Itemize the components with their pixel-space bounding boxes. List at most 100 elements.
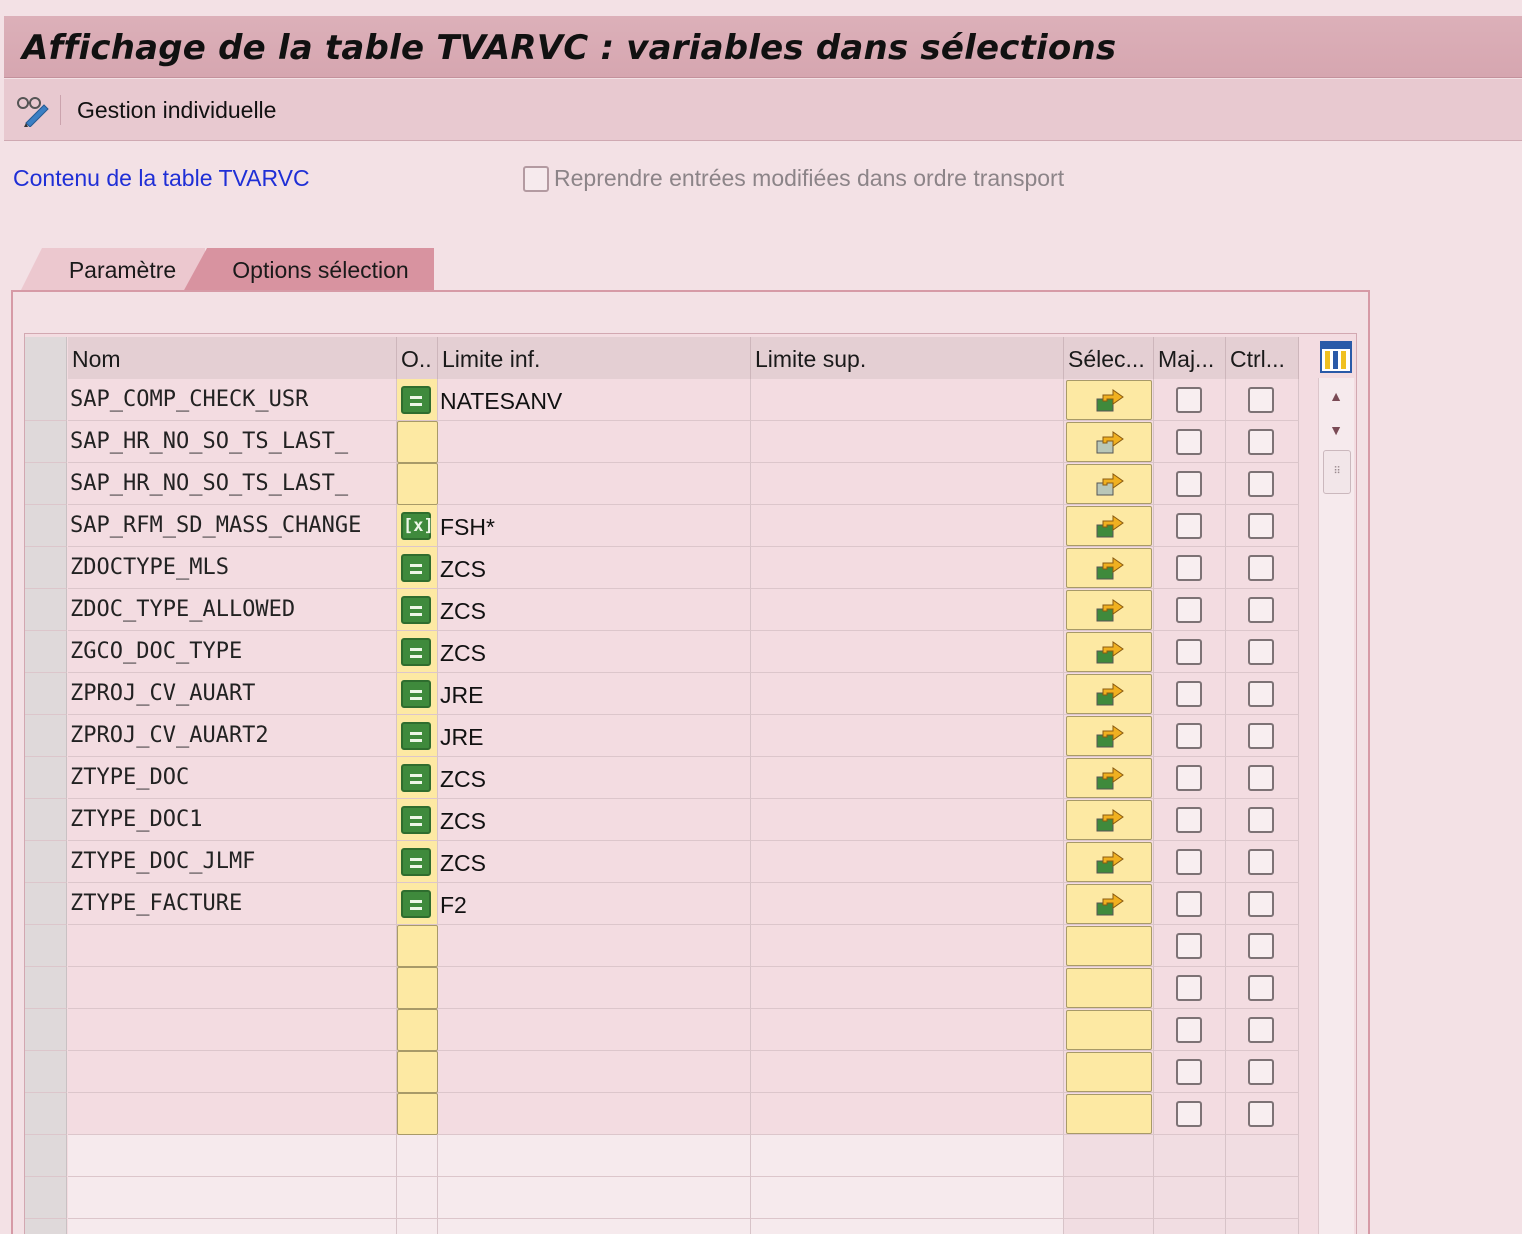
table-row-selection[interactable] bbox=[1064, 715, 1154, 757]
table-row-selection[interactable] bbox=[1064, 547, 1154, 589]
table-row-limite-inf[interactable]: ZCS bbox=[438, 757, 751, 799]
ctrl-checkbox[interactable] bbox=[1248, 555, 1274, 581]
ctrl-checkbox[interactable] bbox=[1248, 975, 1274, 1001]
table-row-selection[interactable] bbox=[1064, 1009, 1154, 1051]
table-row-option[interactable] bbox=[397, 1009, 438, 1051]
equal-option-icon[interactable] bbox=[401, 638, 431, 666]
table-row-option[interactable]: [x] bbox=[397, 505, 438, 547]
table-row-limite-inf[interactable]: JRE bbox=[438, 715, 751, 757]
tab-options-selection[interactable]: Options sélection bbox=[183, 248, 434, 292]
table-row-option[interactable] bbox=[397, 631, 438, 673]
maj-checkbox[interactable] bbox=[1176, 849, 1202, 875]
row-selector[interactable] bbox=[25, 673, 67, 715]
table-row-limite-inf[interactable] bbox=[438, 1009, 751, 1051]
column-header-option[interactable]: O.. bbox=[397, 337, 438, 379]
ctrl-checkbox[interactable] bbox=[1248, 597, 1274, 623]
multiple-selection-button[interactable] bbox=[1066, 548, 1152, 588]
table-row-nom[interactable]: SAP_HR_NO_SO_TS_LAST_ bbox=[68, 463, 397, 505]
equal-option-icon[interactable] bbox=[401, 890, 431, 918]
table-row-limite-inf[interactable]: ZCS bbox=[438, 631, 751, 673]
select-all-cell[interactable] bbox=[25, 337, 67, 379]
table-row-option[interactable] bbox=[397, 841, 438, 883]
table-row-limite-inf[interactable] bbox=[438, 925, 751, 967]
table-row-limite-sup[interactable] bbox=[751, 715, 1064, 757]
scroll-up-icon[interactable]: ▲ bbox=[1319, 380, 1353, 412]
table-row-nom[interactable]: SAP_RFM_SD_MASS_CHANGE bbox=[68, 505, 397, 547]
row-selector[interactable] bbox=[25, 715, 67, 757]
row-selector[interactable] bbox=[25, 757, 67, 799]
equal-option-icon[interactable] bbox=[401, 596, 431, 624]
equal-option-icon[interactable] bbox=[401, 806, 431, 834]
ctrl-checkbox[interactable] bbox=[1248, 723, 1274, 749]
row-selector[interactable] bbox=[25, 631, 67, 673]
table-row-option[interactable] bbox=[397, 379, 438, 421]
table-row-nom[interactable] bbox=[68, 1009, 397, 1051]
table-row-limite-inf[interactable]: NATESANV bbox=[438, 379, 751, 421]
table-row-limite-sup[interactable] bbox=[751, 925, 1064, 967]
row-selector[interactable] bbox=[25, 967, 67, 1009]
maj-checkbox[interactable] bbox=[1176, 513, 1202, 539]
column-header-nom[interactable]: Nom bbox=[68, 337, 397, 379]
maj-checkbox[interactable] bbox=[1176, 891, 1202, 917]
table-row-limite-inf[interactable]: JRE bbox=[438, 673, 751, 715]
row-selector[interactable] bbox=[25, 589, 67, 631]
table-row-selection[interactable] bbox=[1064, 967, 1154, 1009]
multiple-selection-button[interactable] bbox=[1066, 1094, 1152, 1134]
table-row-nom[interactable] bbox=[68, 1093, 397, 1135]
ctrl-checkbox[interactable] bbox=[1248, 891, 1274, 917]
ctrl-checkbox[interactable] bbox=[1248, 681, 1274, 707]
equal-option-icon[interactable] bbox=[401, 764, 431, 792]
ctrl-checkbox[interactable] bbox=[1248, 765, 1274, 791]
row-selector[interactable] bbox=[25, 841, 67, 883]
table-row-limite-sup[interactable] bbox=[751, 631, 1064, 673]
table-row-selection[interactable] bbox=[1064, 841, 1154, 883]
row-selector[interactable] bbox=[25, 799, 67, 841]
maj-checkbox[interactable] bbox=[1176, 681, 1202, 707]
table-row-nom[interactable]: ZTYPE_DOC_JLMF bbox=[68, 841, 397, 883]
table-row-limite-sup[interactable] bbox=[751, 757, 1064, 799]
table-row-limite-sup[interactable] bbox=[751, 505, 1064, 547]
table-row-limite-sup[interactable] bbox=[751, 799, 1064, 841]
table-row-limite-sup[interactable] bbox=[751, 883, 1064, 925]
ctrl-checkbox[interactable] bbox=[1248, 513, 1274, 539]
table-row-option[interactable] bbox=[397, 883, 438, 925]
maj-checkbox[interactable] bbox=[1176, 765, 1202, 791]
table-row-option[interactable] bbox=[397, 547, 438, 589]
table-row-limite-sup[interactable] bbox=[751, 841, 1064, 883]
row-selector[interactable] bbox=[25, 547, 67, 589]
table-row-limite-inf[interactable] bbox=[438, 1093, 751, 1135]
row-selector[interactable] bbox=[25, 505, 67, 547]
ctrl-checkbox[interactable] bbox=[1248, 429, 1274, 455]
table-row-selection[interactable] bbox=[1064, 1093, 1154, 1135]
equal-option-icon[interactable] bbox=[401, 680, 431, 708]
transport-checkbox[interactable] bbox=[523, 166, 549, 192]
ctrl-checkbox[interactable] bbox=[1248, 1059, 1274, 1085]
table-row-option[interactable] bbox=[397, 463, 438, 505]
table-row-limite-inf[interactable] bbox=[438, 463, 751, 505]
multiple-selection-button[interactable] bbox=[1066, 968, 1152, 1008]
row-selector[interactable] bbox=[25, 1135, 67, 1177]
table-row-selection[interactable] bbox=[1064, 631, 1154, 673]
table-row-selection[interactable] bbox=[1064, 379, 1154, 421]
multiple-selection-button[interactable] bbox=[1066, 590, 1152, 630]
table-row-selection[interactable] bbox=[1064, 883, 1154, 925]
table-row-option[interactable] bbox=[397, 589, 438, 631]
table-row-nom[interactable]: ZPROJ_CV_AUART bbox=[68, 673, 397, 715]
gestion-individuelle-button[interactable]: Gestion individuelle bbox=[77, 97, 276, 124]
table-row-limite-inf[interactable]: FSH* bbox=[438, 505, 751, 547]
multiple-selection-button[interactable] bbox=[1066, 380, 1152, 420]
table-row-limite-sup[interactable] bbox=[751, 589, 1064, 631]
row-selector[interactable] bbox=[25, 463, 67, 505]
table-row-nom[interactable] bbox=[68, 1051, 397, 1093]
row-selector[interactable] bbox=[25, 1093, 67, 1135]
column-header-selection[interactable]: Sélec... bbox=[1064, 337, 1154, 379]
row-selector[interactable] bbox=[25, 1219, 67, 1234]
table-row-selection[interactable] bbox=[1064, 505, 1154, 547]
table-row-limite-inf[interactable]: F2 bbox=[438, 883, 751, 925]
column-header-ctrl[interactable]: Ctrl... bbox=[1226, 337, 1299, 379]
glasses-pencil-icon[interactable] bbox=[14, 91, 50, 127]
row-selector[interactable] bbox=[25, 1177, 67, 1219]
maj-checkbox[interactable] bbox=[1176, 1017, 1202, 1043]
table-row-selection[interactable] bbox=[1064, 589, 1154, 631]
row-selector[interactable] bbox=[25, 421, 67, 463]
